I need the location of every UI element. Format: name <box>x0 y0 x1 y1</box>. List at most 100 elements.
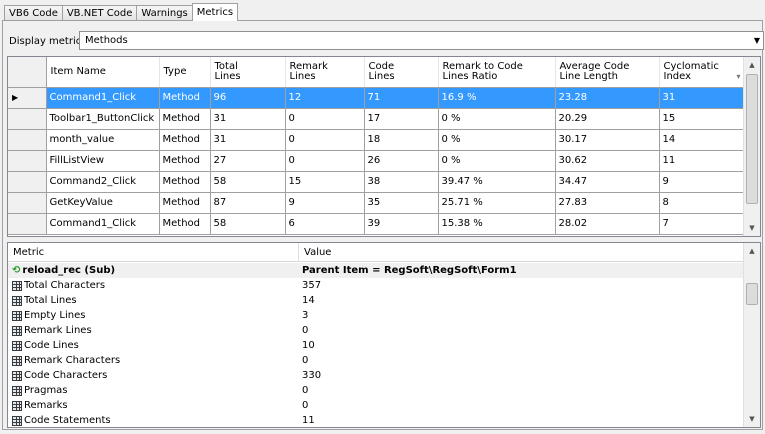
table-cell[interactable]: 25.71 % <box>438 192 556 214</box>
table-cell[interactable]: 15 <box>659 108 746 130</box>
list-item[interactable]: Code Lines 10 <box>8 338 743 353</box>
scroll-up-icon[interactable]: ▲ <box>744 57 760 73</box>
column-header[interactable]: Item Name <box>46 57 160 88</box>
table-cell[interactable]: 0 % <box>438 129 556 151</box>
table-cell[interactable]: 38 <box>364 171 439 193</box>
table-cell[interactable]: 0 <box>285 129 365 151</box>
table-cell[interactable]: Command1_Click <box>46 87 160 109</box>
column-header[interactable]: Code Lines <box>364 57 439 88</box>
table-cell[interactable]: 11 <box>659 150 746 172</box>
table-cell[interactable]: 23.28 <box>555 87 660 109</box>
scroll-down-icon[interactable]: ▼ <box>744 220 760 236</box>
table-cell[interactable]: 0 % <box>438 150 556 172</box>
table-row[interactable]: Toolbar1_ButtonClick Method 31 0 17 0 % 20.29 1… <box>8 108 746 130</box>
table-cell[interactable]: 0 <box>285 150 365 172</box>
tab-metrics[interactable]: Metrics <box>191 3 239 21</box>
table-cell[interactable]: 31 <box>659 87 746 109</box>
table-cell[interactable]: 58 <box>210 213 286 235</box>
row-header[interactable] <box>8 150 47 172</box>
table-cell[interactable]: Method <box>159 150 211 172</box>
table-cell[interactable]: 0 % <box>438 108 556 130</box>
table-row[interactable]: Command2_Click Method 58 15 38 39.47 % 34.47 9 <box>8 171 746 193</box>
scroll-up-icon[interactable]: ▲ <box>744 243 760 259</box>
table-cell[interactable]: 26 <box>364 150 439 172</box>
table-cell[interactable]: 39 <box>364 213 439 235</box>
table-cell[interactable]: Method <box>159 87 211 109</box>
table-cell[interactable]: Command1_Click <box>46 213 160 235</box>
list-item[interactable]: Total Characters 357 <box>8 278 743 293</box>
chevron-down-icon[interactable]: ▼ <box>754 32 760 49</box>
row-header[interactable]: ▶ <box>8 87 47 109</box>
table-cell[interactable]: 58 <box>210 171 286 193</box>
table-cell[interactable]: 30.17 <box>555 129 660 151</box>
table-cell[interactable]: Command2_Click <box>46 171 160 193</box>
list-item[interactable]: Remark Characters 0 <box>8 353 743 368</box>
table-cell[interactable]: 31 <box>210 108 286 130</box>
list-item[interactable]: Code Statements 11 <box>8 413 743 427</box>
table-cell[interactable]: FillListView <box>46 150 160 172</box>
table-cell[interactable]: 12 <box>285 87 365 109</box>
table-cell[interactable]: 15 <box>285 171 365 193</box>
row-header[interactable] <box>8 171 47 193</box>
list-item[interactable]: Remarks 0 <box>8 398 743 413</box>
table-row[interactable]: Command1_Click Method 58 6 39 15.38 % 28.02 7 <box>8 213 746 235</box>
table-cell[interactable]: Method <box>159 192 211 214</box>
table-cell[interactable]: 17 <box>364 108 439 130</box>
table-cell[interactable]: 35 <box>364 192 439 214</box>
table-cell[interactable]: 87 <box>210 192 286 214</box>
metrics-grid[interactable]: Item Name Type Total Lines Remark Lines Code… <box>7 56 761 237</box>
list-vertical-scrollbar[interactable]: ▲ ▼ <box>743 243 760 427</box>
tab-warnings[interactable]: Warnings <box>136 5 193 21</box>
table-cell[interactable]: 14 <box>659 129 746 151</box>
table-cell[interactable]: Method <box>159 108 211 130</box>
table-row[interactable]: GetKeyValue Method 87 9 35 25.71 % 27.83 8 <box>8 192 746 214</box>
list-item[interactable]: Empty Lines 3 <box>8 308 743 323</box>
column-header[interactable]: Total Lines <box>210 57 286 88</box>
table-cell[interactable]: 18 <box>364 129 439 151</box>
value-column-header[interactable]: Value <box>299 243 331 262</box>
metric-item-header-row[interactable]: ⟲ reload_rec (Sub) Parent Item = RegSoft… <box>8 263 743 278</box>
row-header[interactable] <box>8 108 47 130</box>
column-header[interactable]: Remark to Code Lines Ratio <box>438 57 556 88</box>
table-cell[interactable]: month_value <box>46 129 160 151</box>
metric-column-header[interactable]: Metric <box>8 243 44 262</box>
grid-vertical-scrollbar[interactable]: ▲ ▼ <box>743 57 760 236</box>
row-header[interactable] <box>8 213 47 235</box>
column-header[interactable]: Average Code Line Length <box>555 57 660 88</box>
table-cell[interactable]: GetKeyValue <box>46 192 160 214</box>
table-row[interactable]: FillListView Method 27 0 26 0 % 30.62 11 <box>8 150 746 172</box>
table-cell[interactable]: 71 <box>364 87 439 109</box>
table-cell[interactable]: 39.47 % <box>438 171 556 193</box>
table-cell[interactable]: 28.02 <box>555 213 660 235</box>
table-cell[interactable]: 9 <box>285 192 365 214</box>
list-item[interactable]: Pragmas 0 <box>8 383 743 398</box>
row-header[interactable] <box>8 192 47 214</box>
table-cell[interactable]: 34.47 <box>555 171 660 193</box>
table-cell[interactable]: 8 <box>659 192 746 214</box>
table-cell[interactable]: 27.83 <box>555 192 660 214</box>
display-metrics-select[interactable]: Methods ▼ <box>79 31 764 50</box>
tab-vb6-code[interactable]: VB6 Code <box>4 5 63 21</box>
column-header[interactable]: Type <box>159 57 211 88</box>
table-row[interactable]: ▶ Command1_Click Method 96 12 71 16.9 % 23.28 31 <box>8 87 746 109</box>
metric-detail-list[interactable]: Metric Value ⟲ reload_rec (Sub) Parent I… <box>7 242 761 428</box>
list-item[interactable]: Code Characters 330 <box>8 368 743 383</box>
list-scroll-thumb[interactable] <box>746 283 758 305</box>
table-row[interactable]: month_value Method 31 0 18 0 % 30.17 14 <box>8 129 746 151</box>
table-cell[interactable]: 9 <box>659 171 746 193</box>
table-cell[interactable]: 30.62 <box>555 150 660 172</box>
list-item[interactable]: Total Lines 14 <box>8 293 743 308</box>
list-item[interactable]: Remark Lines 0 <box>8 323 743 338</box>
table-cell[interactable]: 31 <box>210 129 286 151</box>
table-cell[interactable]: Toolbar1_ButtonClick <box>46 108 160 130</box>
table-cell[interactable]: 7 <box>659 213 746 235</box>
grid-scroll-thumb[interactable] <box>746 74 758 204</box>
table-cell[interactable]: 0 <box>285 108 365 130</box>
scroll-down-icon[interactable]: ▼ <box>744 411 760 427</box>
table-cell[interactable]: Method <box>159 171 211 193</box>
table-cell[interactable]: 27 <box>210 150 286 172</box>
table-cell[interactable]: Method <box>159 129 211 151</box>
table-cell[interactable]: 20.29 <box>555 108 660 130</box>
table-cell[interactable]: 15.38 % <box>438 213 556 235</box>
tab-vbnet-code[interactable]: VB.NET Code <box>61 5 138 21</box>
